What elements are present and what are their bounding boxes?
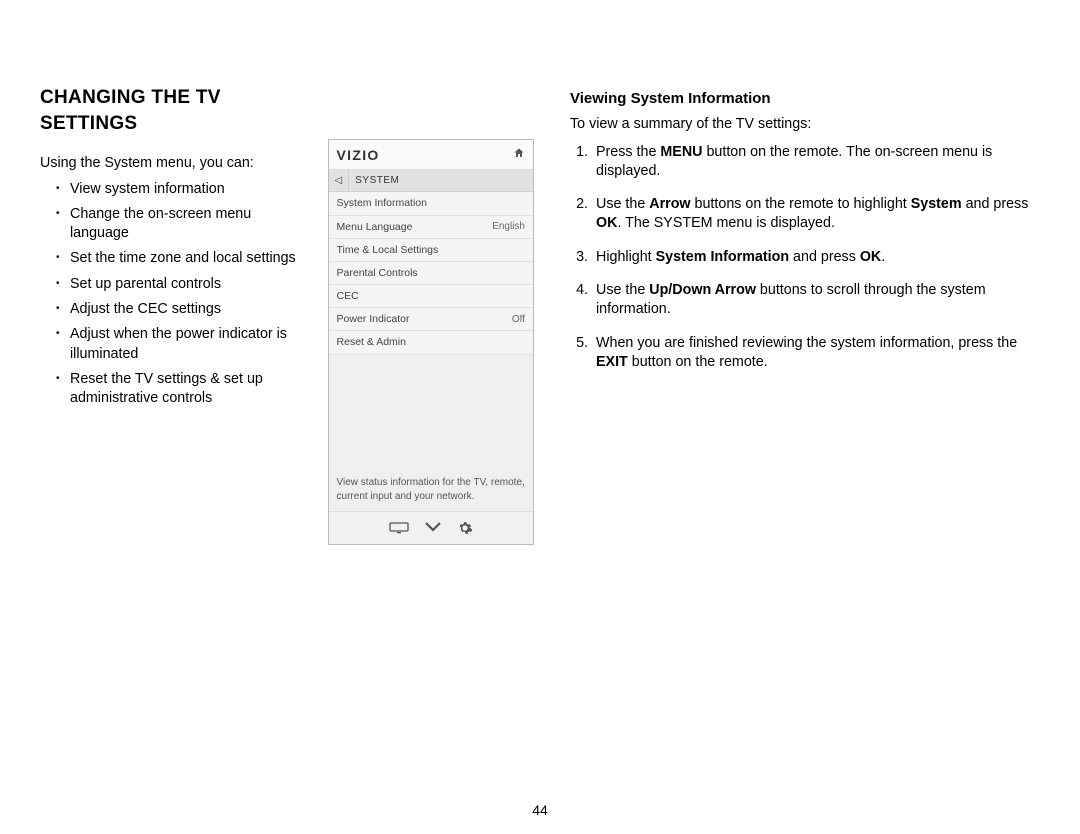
menu-item-label: Parental Controls xyxy=(337,266,418,280)
step-item: Use the Arrow buttons on the remote to h… xyxy=(592,195,1032,234)
page-number: 44 xyxy=(0,801,1080,820)
list-item: Change the on-screen menu language xyxy=(56,205,302,244)
menu-panel: VIZIO ◁ SYSTEM System Information xyxy=(328,139,534,545)
menu-items: System Information Menu Language English… xyxy=(329,192,533,354)
intro-text: Using the System menu, you can: xyxy=(40,154,302,173)
menu-item-label: Time & Local Settings xyxy=(337,243,439,257)
step-bold: OK xyxy=(860,249,881,265)
back-icon: ◁ xyxy=(329,170,350,192)
step-text: . The SYSTEM menu is displayed. xyxy=(617,215,834,231)
brand-logo: VIZIO xyxy=(337,146,380,165)
menu-item-menu-language: Menu Language English xyxy=(329,216,533,239)
subsection-title: Viewing System Information xyxy=(570,89,1032,109)
step-text: Use the xyxy=(596,282,649,298)
wide-icon xyxy=(389,520,409,536)
step-bold: MENU xyxy=(660,144,702,160)
step-bold: Arrow xyxy=(649,196,690,212)
step-text: buttons on the remote to highlight xyxy=(691,196,911,212)
subsection-lead: To view a summary of the TV settings: xyxy=(570,115,1032,134)
menu-item-value: Off xyxy=(512,313,525,327)
list-item: Adjust the CEC settings xyxy=(56,300,302,319)
step-item: Use the Up/Down Arrow buttons to scroll … xyxy=(592,281,1032,320)
list-item: Set up parental controls xyxy=(56,275,302,294)
menu-item-power-indicator: Power Indicator Off xyxy=(329,308,533,331)
menu-item-label: Menu Language xyxy=(337,220,413,234)
step-item: When you are finished reviewing the syst… xyxy=(592,334,1032,373)
menu-footer xyxy=(329,511,533,544)
menu-item-label: CEC xyxy=(337,289,359,303)
step-text: Use the xyxy=(596,196,649,212)
step-text: and press xyxy=(962,196,1029,212)
list-item: View system information xyxy=(56,180,302,199)
menu-item-label: Reset & Admin xyxy=(337,335,406,349)
menu-item-cec: CEC xyxy=(329,285,533,308)
menu-item-label: System Information xyxy=(337,196,427,210)
step-text: Highlight xyxy=(596,249,656,265)
home-icon xyxy=(513,147,525,163)
step-text: . xyxy=(881,249,885,265)
section-title: CHANGING THE TV SETTINGS xyxy=(40,85,302,136)
step-bold: Up/Down Arrow xyxy=(649,282,756,298)
menu-header: VIZIO xyxy=(329,140,533,170)
step-bold: System Information xyxy=(656,249,789,265)
steps-list: Press the MENU button on the remote. The… xyxy=(570,143,1032,373)
menu-item-time-local: Time & Local Settings xyxy=(329,239,533,262)
right-column: Viewing System Information To view a sum… xyxy=(570,85,1032,545)
left-column-text: CHANGING THE TV SETTINGS Using the Syste… xyxy=(40,85,302,545)
left-column: CHANGING THE TV SETTINGS Using the Syste… xyxy=(40,85,534,545)
step-text: When you are finished reviewing the syst… xyxy=(596,335,1017,351)
menu-item-system-information: System Information xyxy=(329,192,533,215)
step-bold: OK xyxy=(596,215,617,231)
menu-help-text: View status information for the TV, remo… xyxy=(329,355,533,511)
manual-page: CHANGING THE TV SETTINGS Using the Syste… xyxy=(0,0,1080,834)
list-item: Set the time zone and local settings xyxy=(56,249,302,268)
system-menu-figure: VIZIO ◁ SYSTEM System Information xyxy=(328,139,534,545)
two-column-layout: CHANGING THE TV SETTINGS Using the Syste… xyxy=(40,85,1040,545)
gear-icon xyxy=(457,520,473,536)
step-text: and press xyxy=(789,249,860,265)
menu-help-text-content: View status information for the TV, remo… xyxy=(337,476,525,503)
menu-title: SYSTEM xyxy=(349,170,405,192)
step-text: button on the remote. xyxy=(628,354,768,370)
step-item: Highlight System Information and press O… xyxy=(592,248,1032,267)
step-bold: System xyxy=(911,196,962,212)
step-item: Press the MENU button on the remote. The… xyxy=(592,143,1032,182)
menu-item-parental-controls: Parental Controls xyxy=(329,262,533,285)
menu-item-reset-admin: Reset & Admin xyxy=(329,331,533,354)
chevron-down-icon xyxy=(423,520,443,536)
menu-item-label: Power Indicator xyxy=(337,312,410,326)
list-item: Reset the TV settings & set up administr… xyxy=(56,370,302,409)
menu-title-row: ◁ SYSTEM xyxy=(329,170,533,193)
list-item: Adjust when the power indicator is illum… xyxy=(56,325,302,364)
menu-item-value: English xyxy=(492,220,525,234)
capabilities-list: View system information Change the on-sc… xyxy=(40,180,302,409)
step-text: Press the xyxy=(596,144,660,160)
step-bold: EXIT xyxy=(596,354,628,370)
